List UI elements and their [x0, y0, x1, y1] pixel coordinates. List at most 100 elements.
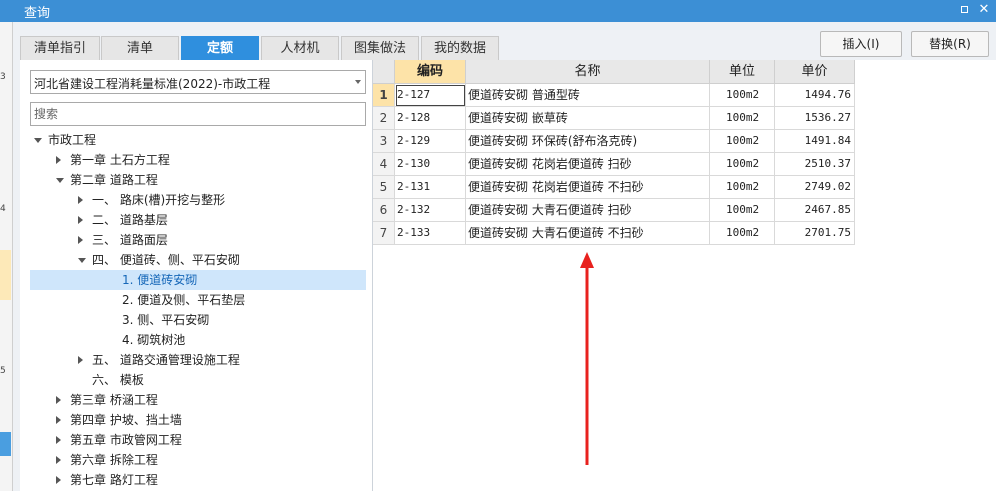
- tree-node[interactable]: 市政工程: [30, 130, 366, 150]
- cell-code[interactable]: 2-130: [395, 153, 466, 176]
- title-bar: 查询 ✕: [0, 0, 996, 22]
- chevron-right-icon[interactable]: [78, 236, 83, 244]
- tab-atlas-method[interactable]: 图集做法: [341, 36, 419, 60]
- column-header-price[interactable]: 单价: [775, 60, 855, 84]
- table-row[interactable]: 6 2-132 便道砖安砌 大青石便道砖 扫砂 100m2 2467.85: [373, 199, 855, 222]
- tree-node-label: 3. 侧、平石安砌: [122, 313, 210, 327]
- chevron-right-icon[interactable]: [78, 356, 83, 364]
- row-number[interactable]: 6: [373, 199, 395, 222]
- cell-unit[interactable]: 100m2: [710, 153, 775, 176]
- cell-price[interactable]: 2701.75: [775, 222, 855, 245]
- tree-node-label: 第四章 护坡、挡土墙: [70, 413, 182, 427]
- chevron-right-icon[interactable]: [78, 216, 83, 224]
- tab-labor-material-machine[interactable]: 人材机: [261, 36, 339, 60]
- cell-price[interactable]: 1536.27: [775, 107, 855, 130]
- row-number[interactable]: 3: [373, 130, 395, 153]
- tree-node-label: 第五章 市政管网工程: [70, 433, 182, 447]
- cell-code[interactable]: 2-128: [395, 107, 466, 130]
- table-row[interactable]: 7 2-133 便道砖安砌 大青石便道砖 不扫砂 100m2 2701.75: [373, 222, 855, 245]
- chevron-right-icon[interactable]: [56, 156, 61, 164]
- cell-price[interactable]: 1494.76: [775, 84, 855, 107]
- chevron-down-icon[interactable]: [355, 80, 361, 84]
- cell-unit[interactable]: 100m2: [710, 176, 775, 199]
- tree-node[interactable]: 第四章 护坡、挡土墙: [30, 410, 366, 430]
- standard-select[interactable]: 河北省建设工程消耗量标准(2022)-市政工程: [30, 70, 366, 94]
- tree-node[interactable]: 第一章 土石方工程: [30, 150, 366, 170]
- table-row[interactable]: 5 2-131 便道砖安砌 花岗岩便道砖 不扫砂 100m2 2749.02: [373, 176, 855, 199]
- cell-name[interactable]: 便道砖安砌 嵌草砖: [466, 107, 710, 130]
- cell-code[interactable]: 2-129: [395, 130, 466, 153]
- tree-node[interactable]: 三、 道路面层: [30, 230, 366, 250]
- window-title: 查询: [24, 6, 51, 21]
- tree-node[interactable]: 第二章 道路工程: [30, 170, 366, 190]
- cell-name[interactable]: 便道砖安砌 环保砖(舒布洛克砖): [466, 130, 710, 153]
- annotation-arrow-head: [580, 252, 594, 268]
- column-header-name[interactable]: 名称: [466, 60, 710, 84]
- tree-node[interactable]: 五、 道路交通管理设施工程: [30, 350, 366, 370]
- cell-price[interactable]: 2467.85: [775, 199, 855, 222]
- cell-name[interactable]: 便道砖安砌 普通型砖: [466, 84, 710, 107]
- cell-name[interactable]: 便道砖安砌 大青石便道砖 扫砂: [466, 199, 710, 222]
- chevron-down-icon[interactable]: [78, 258, 86, 263]
- cell-name[interactable]: 便道砖安砌 大青石便道砖 不扫砂: [466, 222, 710, 245]
- close-icon[interactable]: ✕: [977, 3, 991, 17]
- row-number[interactable]: 2: [373, 107, 395, 130]
- insert-button[interactable]: 插入(I): [820, 31, 902, 57]
- chevron-right-icon[interactable]: [56, 476, 61, 484]
- table-row[interactable]: 1 2-127 便道砖安砌 普通型砖 100m2 1494.76: [373, 84, 855, 107]
- tree-node[interactable]: 六、 模板: [30, 370, 366, 390]
- tree-node-label: 六、 模板: [92, 373, 144, 387]
- row-number-header: [373, 60, 395, 84]
- tree-node-label: 1. 便道砖安砌: [122, 273, 198, 287]
- table-row[interactable]: 2 2-128 便道砖安砌 嵌草砖 100m2 1536.27: [373, 107, 855, 130]
- row-number[interactable]: 7: [373, 222, 395, 245]
- tree-node[interactable]: 二、 道路基层: [30, 210, 366, 230]
- cell-price[interactable]: 1491.84: [775, 130, 855, 153]
- edge-highlight: [0, 432, 11, 456]
- tree-node[interactable]: 第七章 路灯工程: [30, 470, 366, 490]
- search-input[interactable]: [30, 102, 366, 126]
- row-number[interactable]: 4: [373, 153, 395, 176]
- cell-code[interactable]: 2-127: [395, 84, 466, 107]
- cell-code[interactable]: 2-133: [395, 222, 466, 245]
- tab-list[interactable]: 清单: [101, 36, 179, 60]
- table-row[interactable]: 4 2-130 便道砖安砌 花岗岩便道砖 扫砂 100m2 2510.37: [373, 153, 855, 176]
- tree-node[interactable]: 2. 便道及侧、平石垫层: [30, 290, 366, 310]
- tree-node[interactable]: 第五章 市政管网工程: [30, 430, 366, 450]
- tree-node[interactable]: 第六章 拆除工程: [30, 450, 366, 470]
- cell-code[interactable]: 2-132: [395, 199, 466, 222]
- row-number[interactable]: 5: [373, 176, 395, 199]
- maximize-icon[interactable]: [958, 3, 972, 17]
- tree-node[interactable]: 1. 便道砖安砌: [30, 270, 366, 290]
- tree-node[interactable]: 第三章 桥涵工程: [30, 390, 366, 410]
- cell-unit[interactable]: 100m2: [710, 84, 775, 107]
- replace-button[interactable]: 替换(R): [911, 31, 989, 57]
- tree-node[interactable]: 4. 砌筑树池: [30, 330, 366, 350]
- cell-name[interactable]: 便道砖安砌 花岗岩便道砖 不扫砂: [466, 176, 710, 199]
- tab-quota[interactable]: 定额: [181, 36, 259, 60]
- column-header-unit[interactable]: 单位: [710, 60, 775, 84]
- tree-node[interactable]: 一、 路床(槽)开挖与整形: [30, 190, 366, 210]
- tab-list-guide[interactable]: 清单指引: [20, 36, 100, 60]
- cell-unit[interactable]: 100m2: [710, 222, 775, 245]
- cell-name[interactable]: 便道砖安砌 花岗岩便道砖 扫砂: [466, 153, 710, 176]
- column-header-code[interactable]: 编码: [395, 60, 466, 84]
- chevron-right-icon[interactable]: [56, 436, 61, 444]
- cell-price[interactable]: 2749.02: [775, 176, 855, 199]
- cell-unit[interactable]: 100m2: [710, 130, 775, 153]
- chevron-right-icon[interactable]: [78, 196, 83, 204]
- table-row[interactable]: 3 2-129 便道砖安砌 环保砖(舒布洛克砖) 100m2 1491.84: [373, 130, 855, 153]
- chevron-right-icon[interactable]: [56, 416, 61, 424]
- row-number[interactable]: 1: [373, 84, 395, 107]
- tree-node[interactable]: 3. 侧、平石安砌: [30, 310, 366, 330]
- tree-node[interactable]: 四、 便道砖、侧、平石安砌: [30, 250, 366, 270]
- chevron-down-icon[interactable]: [34, 138, 42, 143]
- chevron-right-icon[interactable]: [56, 456, 61, 464]
- cell-code[interactable]: 2-131: [395, 176, 466, 199]
- cell-unit[interactable]: 100m2: [710, 107, 775, 130]
- cell-unit[interactable]: 100m2: [710, 199, 775, 222]
- chevron-down-icon[interactable]: [56, 178, 64, 183]
- cell-price[interactable]: 2510.37: [775, 153, 855, 176]
- tab-my-data[interactable]: 我的数据: [421, 36, 499, 60]
- chevron-right-icon[interactable]: [56, 396, 61, 404]
